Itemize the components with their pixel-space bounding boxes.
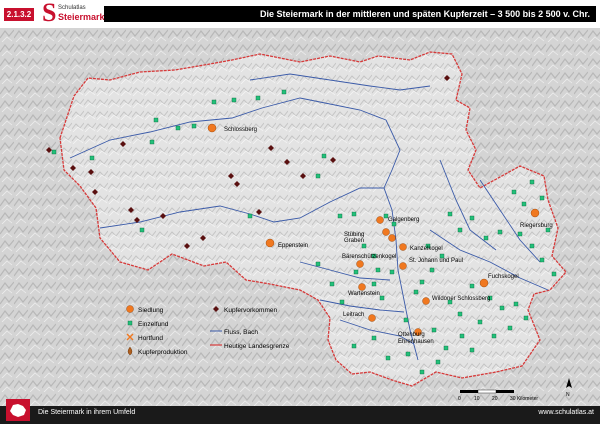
legend-settlement-symbol xyxy=(126,305,134,313)
logo-big-text: Steiermark xyxy=(58,12,105,22)
place-label: Eppenstein xyxy=(278,243,308,249)
logo-s-icon: S xyxy=(42,0,57,27)
place-label: Galgenberg xyxy=(388,217,419,223)
place-label: Fuchskogel xyxy=(488,274,519,280)
footer-bar: Die Steiermark in ihrem Umfeld www.schul… xyxy=(0,406,600,424)
place-label: Wartenstein xyxy=(348,291,380,297)
map-canvas[interactable]: SchlossbergEppensteinGalgenbergStübingGr… xyxy=(0,28,600,406)
styria-outline-icon xyxy=(6,399,30,421)
place-label: Kanzelkogel xyxy=(410,246,443,252)
legend-single-find-symbol xyxy=(127,320,133,326)
place-label: Wildoner Schlossberg xyxy=(432,296,490,302)
place-label: St. Johann und Paul xyxy=(409,258,463,264)
place-label: Schlossberg xyxy=(224,127,257,133)
place-label: Bärenschützenkogel xyxy=(342,254,396,260)
scale-label-20: 20 xyxy=(492,396,498,402)
north-label: N xyxy=(566,392,570,398)
map-title: Die Steiermark in der mittleren und spät… xyxy=(104,6,596,22)
scale-label-30: 30 Kilometer xyxy=(510,396,538,402)
header-bar: 2.1.3.2 S Schulatlas Steiermark Die Stei… xyxy=(0,0,600,28)
legend-hoard-label: Hortfund xyxy=(138,335,163,342)
place-label: Ottenburg xyxy=(398,332,425,338)
scale-label-10: 10 xyxy=(474,396,480,402)
legend-settlement-label: Siedlung xyxy=(138,307,164,314)
place-label: Graben xyxy=(344,238,364,244)
legend-copper-deposit-label: Kupfervorkommen xyxy=(224,307,277,314)
footer-left-text: Die Steiermark in ihrem Umfeld xyxy=(38,409,136,416)
place-label: Riegersburg xyxy=(520,223,553,229)
legend-river-label: Fluss, Bach xyxy=(224,329,258,336)
place-label: Ehrenhausen xyxy=(398,339,434,345)
footer-website-link[interactable]: www.schulatlas.at xyxy=(538,409,594,416)
legend-border-label: Heutige Landesgrenze xyxy=(224,343,290,350)
schulatlas-logo: S Schulatlas Steiermark xyxy=(42,0,105,27)
map-code-badge: 2.1.3.2 xyxy=(4,8,34,21)
logo-small-text: Schulatlas xyxy=(58,5,86,11)
legend-single-find-label: Einzelfund xyxy=(138,321,169,328)
scale-label-0: 0 xyxy=(458,396,461,402)
legend-copper-production-label: Kupferproduktion xyxy=(138,349,188,356)
place-label: Leitrach xyxy=(343,312,364,318)
